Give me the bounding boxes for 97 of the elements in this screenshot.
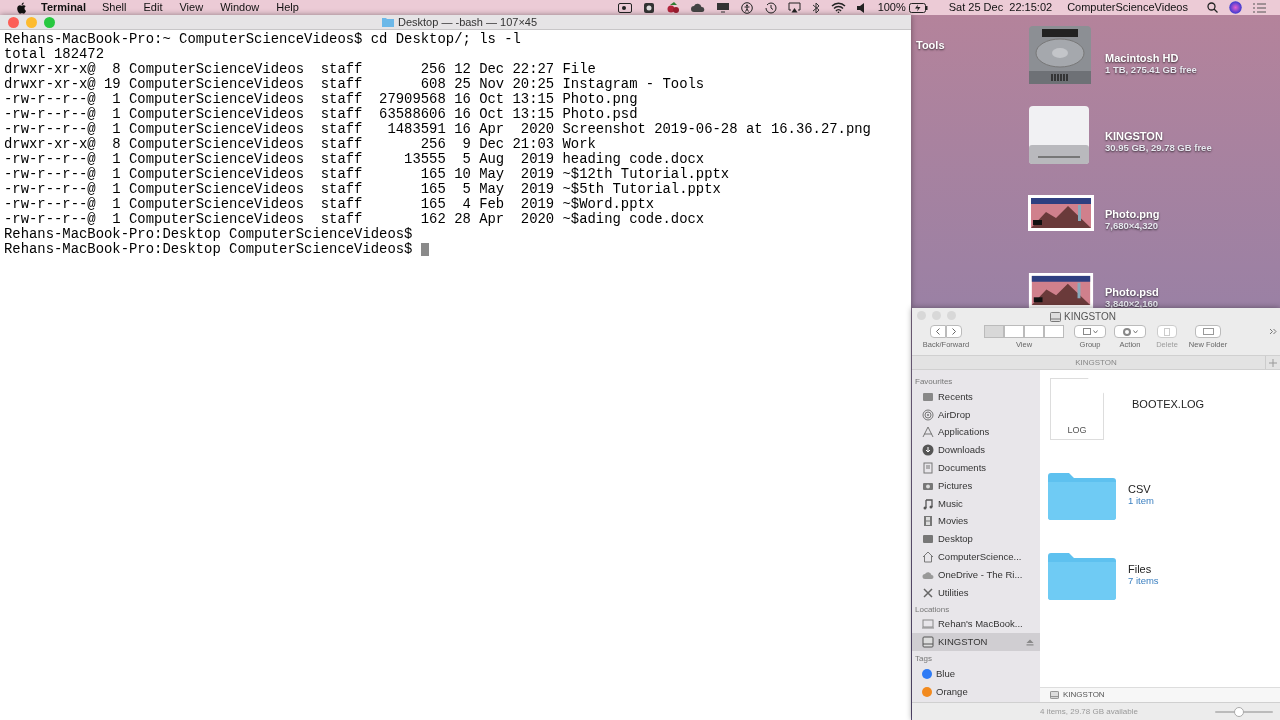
laptop-icon — [922, 618, 934, 631]
display-icon[interactable] — [715, 2, 730, 13]
path-item[interactable]: KINGSTON — [1063, 689, 1105, 701]
sidebar-item[interactable]: Recents — [912, 388, 1040, 406]
battery-icon[interactable] — [908, 2, 928, 13]
siri-icon[interactable] — [1229, 1, 1242, 14]
status-text: 4 items, 29.78 GB available — [1040, 705, 1138, 718]
sidebar-item[interactable]: AirDrop — [912, 405, 1040, 424]
sidebar-item[interactable]: Desktop — [912, 530, 1040, 549]
app-menu[interactable]: Terminal — [41, 0, 87, 16]
terminal-line: -rw-r--r--@ 1 ComputerScienceVideos staff 13555 5 Aug 2019 heading code.docx — [4, 152, 706, 167]
terminal-line: drwxr-xr-x@ 8 ComputerScienceVideos staff 256 12 Dec 22:27 File — [4, 62, 597, 77]
clock-icon[interactable] — [763, 1, 777, 14]
cloud-icon[interactable] — [690, 3, 705, 12]
desktop-icon — [922, 533, 934, 546]
desktop-icon-detail: 30.95 GB, 29.78 GB free — [1105, 142, 1212, 154]
sidebar-item[interactable]: Movies — [912, 512, 1040, 531]
sidebar-item[interactable]: Blue — [912, 665, 1040, 683]
menu-item[interactable]: Edit — [143, 0, 163, 16]
trash-icon — [1157, 325, 1177, 338]
airplay-icon[interactable] — [787, 2, 801, 13]
movies-icon — [922, 515, 934, 528]
drive-icon — [1050, 311, 1061, 322]
desktop-icon-detail: 1 TB, 275.41 GB free — [1105, 64, 1197, 76]
bluetooth-icon[interactable] — [811, 1, 820, 14]
sidebar-item[interactable]: Orange — [912, 682, 1040, 701]
sidebar-item[interactable]: Downloads — [912, 441, 1040, 460]
sidebar-item[interactable]: Music — [912, 494, 1040, 513]
window-title: KINGSTON — [1064, 310, 1117, 324]
sidebar-item[interactable]: KINGSTON — [912, 633, 1040, 652]
terminal-line: total 182472 — [4, 47, 106, 62]
file-name[interactable]: Files — [1128, 563, 1159, 575]
menu-item[interactable]: Help — [276, 0, 299, 16]
log-file-icon[interactable]: LOG — [1050, 378, 1104, 440]
terminal-line: drwxr-xr-x@ 19 ComputerScienceVideos staff 608 25 Nov 20:25 Instagram - Tools — [4, 77, 706, 92]
apple-icon[interactable] — [16, 1, 27, 14]
folder-icon[interactable] — [1048, 470, 1116, 520]
apps-icon — [922, 426, 934, 439]
user-name[interactable]: ComputerScienceVideos — [1067, 0, 1188, 16]
sidebar-item[interactable]: Utilities — [912, 583, 1040, 602]
terminal-line: -rw-r--r--@ 1 ComputerScienceVideos staff 165 5 May 2019 ~$5th Tutorial.pptx — [4, 182, 722, 197]
terminal-line: drwxr-xr-x@ 8 ComputerScienceVideos staff 256 9 Dec 21:03 Work — [4, 137, 597, 152]
terminal-line: -rw-r--r--@ 1 ComputerScienceVideos staff 1483591 16 Apr 2020 Screenshot 2019-06-28 at 16.36.27.png — [4, 122, 872, 137]
sidebar-item[interactable]: Rehan's MacBook... — [912, 615, 1040, 634]
window-title: Desktop — -bash — 107×45 — [398, 14, 538, 30]
terminal-line: -rw-r--r--@ 1 ComputerScienceVideos staff 63588606 16 Oct 13:15 Photo.psd — [4, 107, 639, 122]
sidebar-heading: Tags — [914, 653, 933, 666]
sidebar-item[interactable]: Applications — [912, 423, 1040, 442]
file-name[interactable]: CSV — [1128, 483, 1154, 495]
home-icon — [922, 551, 934, 564]
sidebar-item[interactable]: ComputerScience... — [912, 548, 1040, 566]
music-icon — [922, 497, 934, 510]
menu-item[interactable]: View — [179, 0, 204, 16]
camera-icon[interactable] — [617, 2, 632, 13]
item-count: 1 item — [1128, 495, 1154, 507]
terminal-prompt: Rehans-MacBook-Pro:Desktop ComputerScienceVideos$ — [4, 242, 413, 257]
desktop-icon-detail: 7,680×4,320 — [1105, 220, 1160, 232]
sidebar-heading: Locations — [914, 603, 951, 616]
menu-icon[interactable] — [1253, 2, 1266, 13]
search-icon[interactable] — [1207, 2, 1218, 13]
sidebar-item[interactable]: Pictures — [912, 477, 1040, 495]
sidebar-item[interactable]: Documents — [912, 459, 1040, 477]
downloads-icon — [922, 444, 934, 457]
eject-icon[interactable] — [1026, 638, 1034, 646]
terminal-line: -rw-r--r--@ 1 ComputerScienceVideos staff 162 28 Apr 2020 ~$ading code.docx — [4, 212, 706, 227]
terminal-line: Rehans-MacBook-Pro:Desktop ComputerScienceVideos$ — [4, 227, 414, 242]
drive-icon — [922, 636, 934, 649]
folder-icon — [382, 17, 394, 27]
wifi-icon[interactable] — [830, 2, 846, 13]
text-cursor — [420, 243, 429, 256]
folder-icon[interactable] — [1048, 550, 1116, 600]
item-count: 7 items — [1128, 575, 1159, 587]
sidebar-heading: Favourites — [914, 376, 954, 388]
menu-item[interactable]: Shell — [102, 0, 127, 16]
battery-percentage[interactable]: 100% — [877, 0, 906, 16]
external-drive-icon[interactable] — [1028, 105, 1090, 165]
terminal-line: -rw-r--r--@ 1 ComputerScienceVideos staff 165 4 Feb 2019 ~$Word.pptx — [4, 197, 656, 212]
sidebar-item[interactable]: OneDrive - The Ri... — [912, 565, 1040, 584]
accessibility-icon[interactable] — [740, 1, 753, 14]
menu-item[interactable]: Window — [220, 0, 260, 16]
slider-thumb[interactable] — [1234, 707, 1245, 717]
new-folder-icon[interactable] — [1195, 325, 1221, 338]
chevron-icon[interactable] — [1269, 328, 1277, 335]
terminal-line: Rehans-MacBook-Pro:~ ComputerScienceVideos$ cd Desktop/; ls -l — [4, 32, 522, 47]
volume-icon[interactable] — [856, 2, 867, 13]
terminal-line: -rw-r--r--@ 1 ComputerScienceVideos staff 27909568 16 Oct 13:15 Photo.png — [4, 92, 639, 107]
berries-icon[interactable] — [665, 1, 680, 14]
image-thumbnail-icon[interactable] — [1028, 273, 1094, 308]
back-forward-icon[interactable] — [930, 325, 962, 338]
drive-icon — [1050, 691, 1059, 699]
image-thumbnail-icon[interactable] — [1028, 195, 1094, 231]
clock-text[interactable]: Sat 25 Dec 22:15:02 — [948, 0, 1053, 16]
terminal-line: -rw-r--r--@ 1 ComputerScienceVideos staff 165 10 May 2019 ~$12th Tutorial.pptx — [4, 167, 731, 182]
documents-icon — [922, 462, 934, 475]
airdrop-icon — [922, 408, 934, 421]
desktop-icon-detail: 3,840×2,160 — [1105, 298, 1159, 310]
file-name[interactable]: BOOTEX.LOG — [1132, 395, 1205, 413]
